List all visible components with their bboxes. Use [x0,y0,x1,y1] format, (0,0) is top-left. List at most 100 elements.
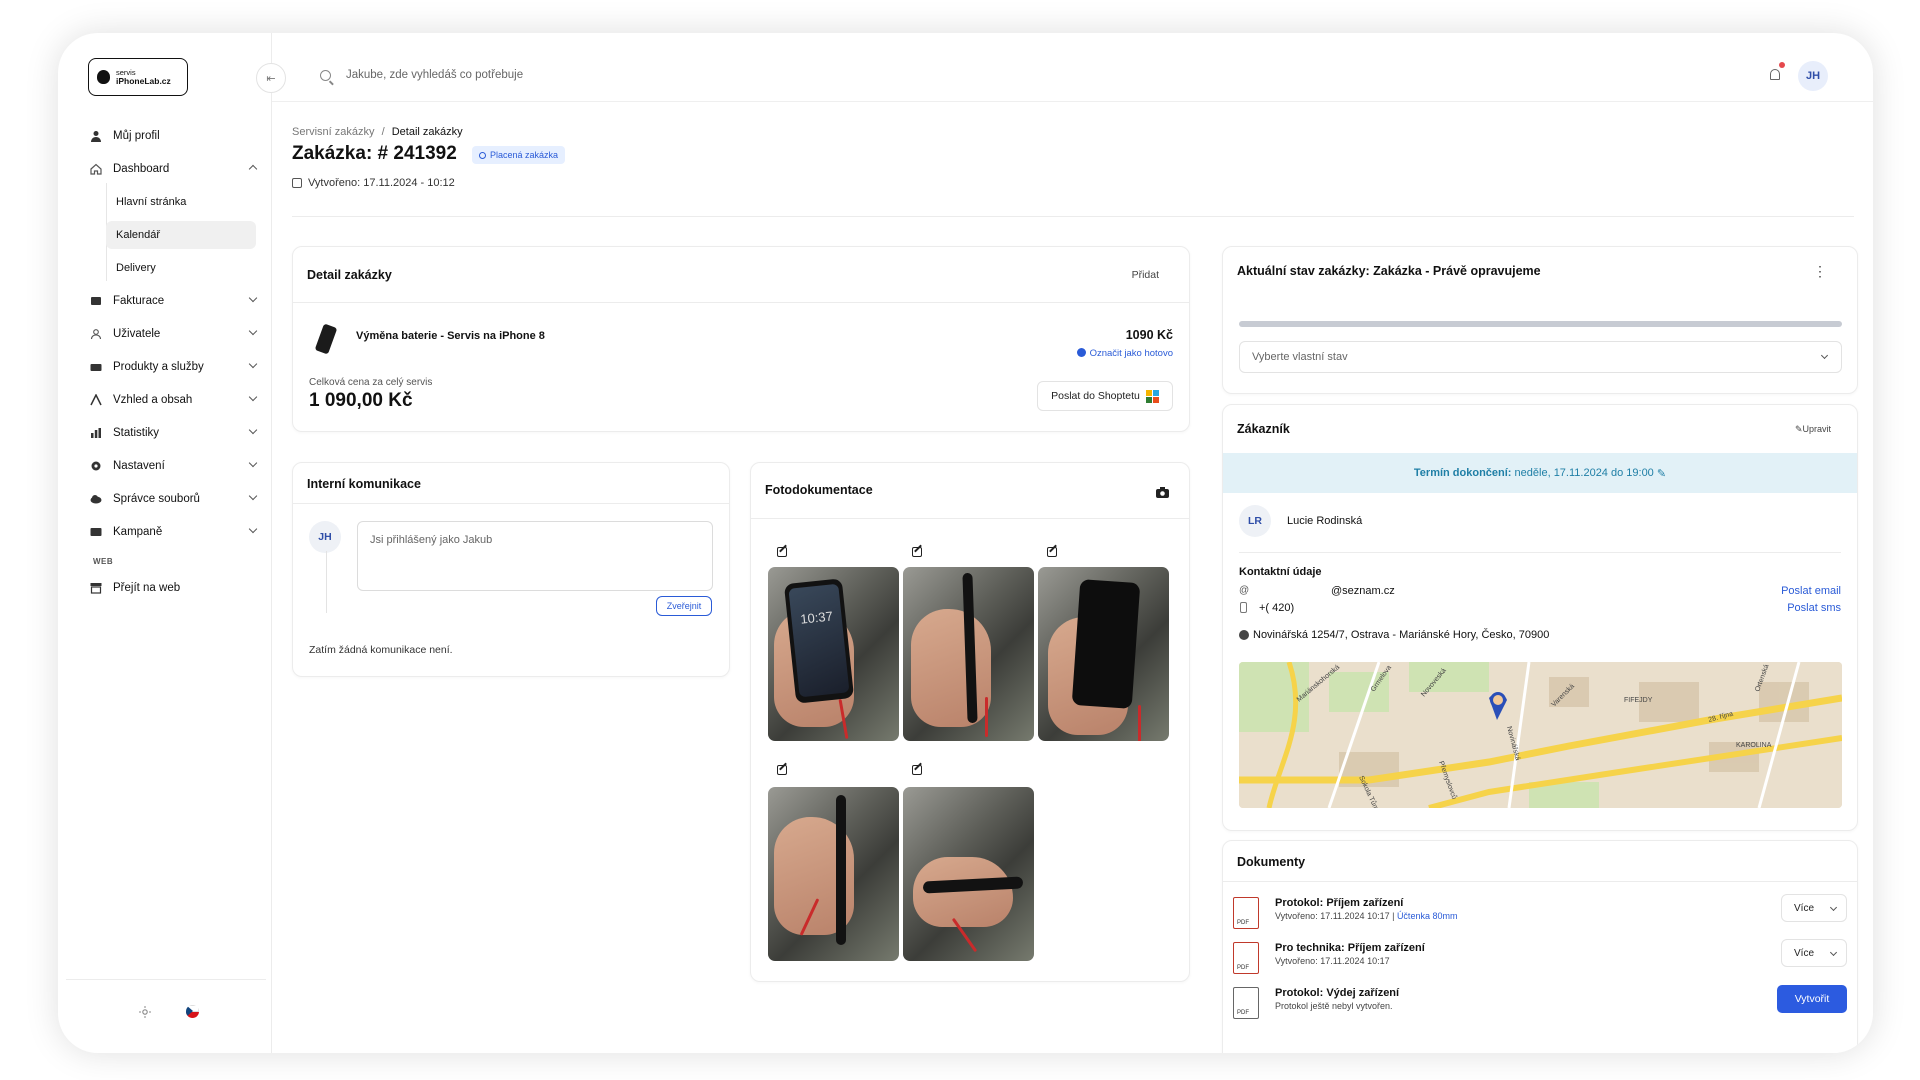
search-icon [320,70,331,81]
documents-card: Dokumenty Protokol: Příjem zařízení Vytv… [1222,840,1858,1053]
chevron-down-icon[interactable] [248,392,258,402]
service-price: 1090 Kč [1125,328,1173,342]
location-map[interactable]: Mariánskohorská Grmelova Novoveská Přemy… [1239,662,1842,808]
breadcrumb-separator: / [381,126,385,138]
collapse-sidebar-button[interactable]: ⇤ [256,63,286,93]
campaign-icon [90,526,102,538]
sidebar-item-statistics[interactable]: Statistiky [90,419,270,447]
sidebar-item-appearance[interactable]: Vzhled a obsah [90,386,270,414]
add-button[interactable]: Přidat [1132,269,1159,281]
document-more-select[interactable]: Více [1781,939,1847,967]
brush-icon [90,394,102,406]
sidebar: servis iPhoneLab.cz Můj profil Dashboard … [58,33,272,1053]
sidebar-item-goto-web[interactable]: Přejít na web [90,574,270,602]
sidebar-item-label: Můj profil [113,130,160,142]
thread-line [326,551,327,613]
location-icon [1239,630,1249,640]
photo-device: 10:37 [783,578,855,704]
app-window: servis iPhoneLab.cz Můj profil Dashboard … [58,33,1873,1053]
device-photo[interactable] [903,787,1034,961]
send-sms-link[interactable]: Poslat sms [1787,602,1841,614]
publish-button[interactable]: Zveřejnit [656,596,712,616]
user-icon [90,130,102,142]
sidebar-item-billing[interactable]: Fakturace [90,287,270,315]
camera-icon[interactable] [1156,485,1169,503]
chevron-down-icon[interactable] [248,491,258,501]
send-shoptet-button[interactable]: Poslat do Shoptetu [1037,381,1173,411]
status-progress-bar [1239,321,1842,327]
chevron-down-icon[interactable] [248,458,258,468]
created-info: Vytvořeno: 17.11.2024 - 10:12 [292,177,455,189]
custom-status-placeholder: Vyberte vlastní stav [1252,351,1348,363]
more-options-icon[interactable]: ⋮ [1813,264,1827,278]
chevron-down-icon[interactable] [248,524,258,534]
badge-label: Placená zakázka [490,150,559,160]
photo-device [1071,579,1141,709]
pencil-icon[interactable]: ✎ [1657,467,1666,480]
breadcrumb-parent[interactable]: Servisní zakázky [292,126,375,138]
deadline-banner: Termín dokončení: neděle, 17.11.2024 do … [1223,453,1857,493]
sidebar-item-label: Správce souborů [113,493,200,505]
chevron-down-icon[interactable] [248,425,258,435]
shoptet-icon [1145,389,1159,403]
sidebar-item-campaigns[interactable]: Kampaně [90,518,270,546]
store-icon [90,582,102,594]
device-photo[interactable] [1038,567,1169,741]
chevron-down-icon[interactable] [248,326,258,336]
bell-icon[interactable] [1770,69,1780,80]
calendar-icon [292,178,302,188]
send-email-link[interactable]: Poslat email [1781,585,1841,597]
iphone-icon [314,323,338,355]
create-document-button[interactable]: Vytvořit [1777,985,1847,1013]
receipt-link[interactable]: Účtenka 80mm [1397,911,1458,921]
page-title: Zakázka: # 241392 [292,143,457,164]
sidebar-item-profile[interactable]: Můj profil [90,122,270,150]
mark-done-link[interactable]: Označit jako hotovo [1076,348,1173,359]
document-more-select[interactable]: Více [1781,894,1847,922]
search-input[interactable]: Jakube, zde vyhledáš co potřebuje [346,69,523,81]
chevron-up-icon[interactable] [248,164,258,174]
document-more-label: Více [1794,902,1815,914]
edit-photo-icon[interactable] [912,765,922,775]
device-photo[interactable] [903,567,1034,741]
send-shoptet-label: Poslat do Shoptetu [1051,390,1140,402]
notification-dot [1779,62,1785,68]
home-icon [90,163,102,175]
sidebar-item-dashboard[interactable]: Dashboard [90,155,270,183]
sidebar-item-products[interactable]: Produkty a služby [90,353,270,381]
sun-icon[interactable] [139,1005,151,1018]
phone-icon [1240,602,1247,613]
pdf-icon [1233,987,1259,1019]
sidebar-subitem-calendar[interactable]: Kalendář [106,221,256,249]
divider [293,503,729,504]
comment-avatar: JH [309,521,341,553]
chevron-down-icon[interactable] [248,293,258,303]
order-status-card: Aktuální stav zakázky: Zakázka - Právě o… [1222,246,1858,394]
edit-photo-icon[interactable] [1047,547,1057,557]
sidebar-item-label: Produkty a služby [113,361,204,373]
device-photo[interactable]: 10:37 [768,567,899,741]
divider [751,518,1189,519]
brand-logo[interactable]: servis iPhoneLab.cz [88,58,188,96]
document-title: Pro technika: Příjem zařízení [1275,942,1425,954]
edit-photo-icon[interactable] [777,765,787,775]
chevron-down-icon[interactable] [248,359,258,369]
sidebar-item-label: Dashboard [113,163,170,175]
sidebar-item-settings[interactable]: Nastavení [90,452,270,480]
custom-status-select[interactable]: Vyberte vlastní stav [1239,341,1842,373]
apple-logo-icon [97,70,110,84]
device-photo[interactable] [768,787,899,961]
edit-photo-icon[interactable] [912,547,922,557]
document-created: Vytvořeno: 17.11.2024 10:17 [1275,911,1390,921]
user-avatar[interactable]: JH [1798,61,1828,91]
comment-textarea[interactable]: Jsi přihlášený jako Jakub [357,521,713,591]
phone-screen: 10:37 [788,583,850,698]
sidebar-item-files[interactable]: Správce souborů [90,485,270,513]
sidebar-subitem-home[interactable]: Hlavní stránka [106,188,256,216]
sidebar-item-users[interactable]: Uživatele [90,320,270,348]
edit-photo-icon[interactable] [777,547,787,557]
sidebar-subitem-delivery[interactable]: Delivery [106,254,256,282]
czech-flag-icon[interactable] [186,1005,199,1018]
map-graphic: Mariánskohorská Grmelova Novoveská Přemy… [1239,662,1842,808]
edit-customer-button[interactable]: ✎Upravit [1795,424,1831,435]
